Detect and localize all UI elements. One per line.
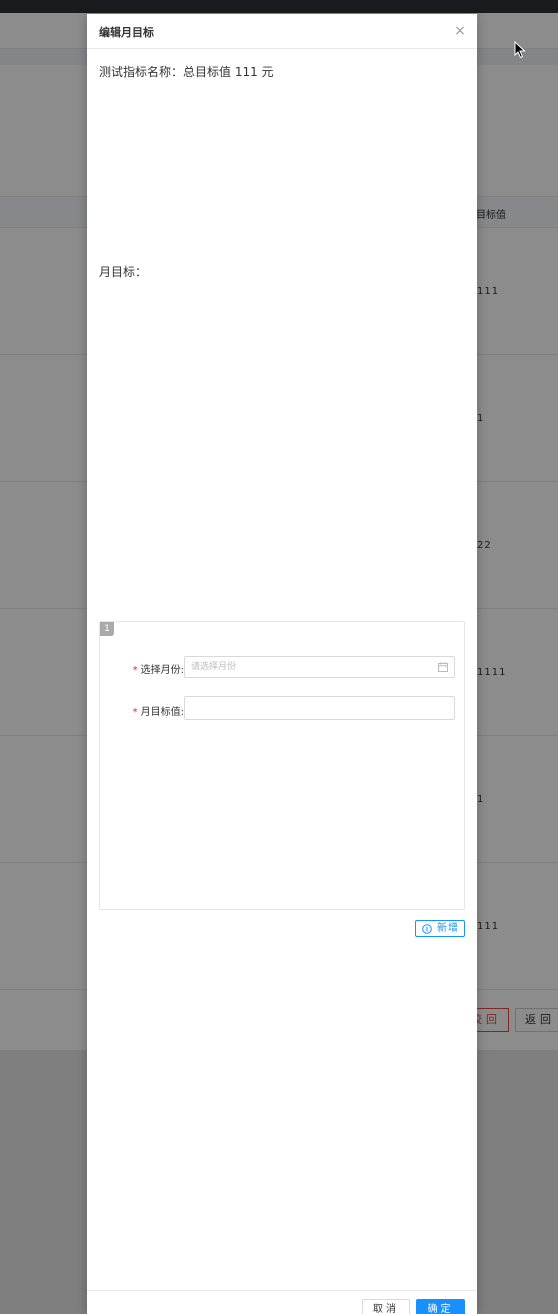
edit-monthly-target-modal: 编辑月目标 × 测试指标名称：总目标值 111 元 月目标： 1 * 选择月份: … <box>87 14 477 1314</box>
required-mark: * <box>132 665 138 676</box>
month-select-label-text: 选择月份: <box>140 665 184 676</box>
month-picker[interactable] <box>184 656 455 678</box>
card-index-badge: 1 <box>100 622 114 636</box>
plus-circle-icon <box>422 924 432 934</box>
modal-title: 编辑月目标 <box>99 26 154 39</box>
required-mark: * <box>132 707 138 718</box>
monthly-target-label: 月目标： <box>99 265 148 279</box>
indicator-info: 测试指标名称：总目标值 111 元 <box>99 65 274 79</box>
cancel-button[interactable]: 取消 <box>362 1299 410 1314</box>
month-value-input[interactable] <box>185 697 454 719</box>
add-month-button[interactable]: 新增 <box>415 920 465 937</box>
confirm-button[interactable]: 确定 <box>416 1299 465 1314</box>
modal-footer: 取消 确定 <box>87 1290 477 1314</box>
calendar-icon <box>438 662 448 672</box>
monthly-target-card: 1 *选择月份: *月目标值: <box>99 621 465 910</box>
add-month-label: 新增 <box>437 923 459 934</box>
close-icon[interactable]: × <box>451 22 469 40</box>
month-select-label: * 选择月份: <box>133 661 184 676</box>
month-picker-input[interactable] <box>185 657 454 677</box>
modal-header: 编辑月目标 × <box>87 14 477 49</box>
month-value-label: * 月目标值: <box>133 703 184 718</box>
month-value-field[interactable] <box>184 696 455 720</box>
month-value-label-text: 月目标值: <box>140 707 184 718</box>
mouse-cursor-icon <box>514 41 526 59</box>
